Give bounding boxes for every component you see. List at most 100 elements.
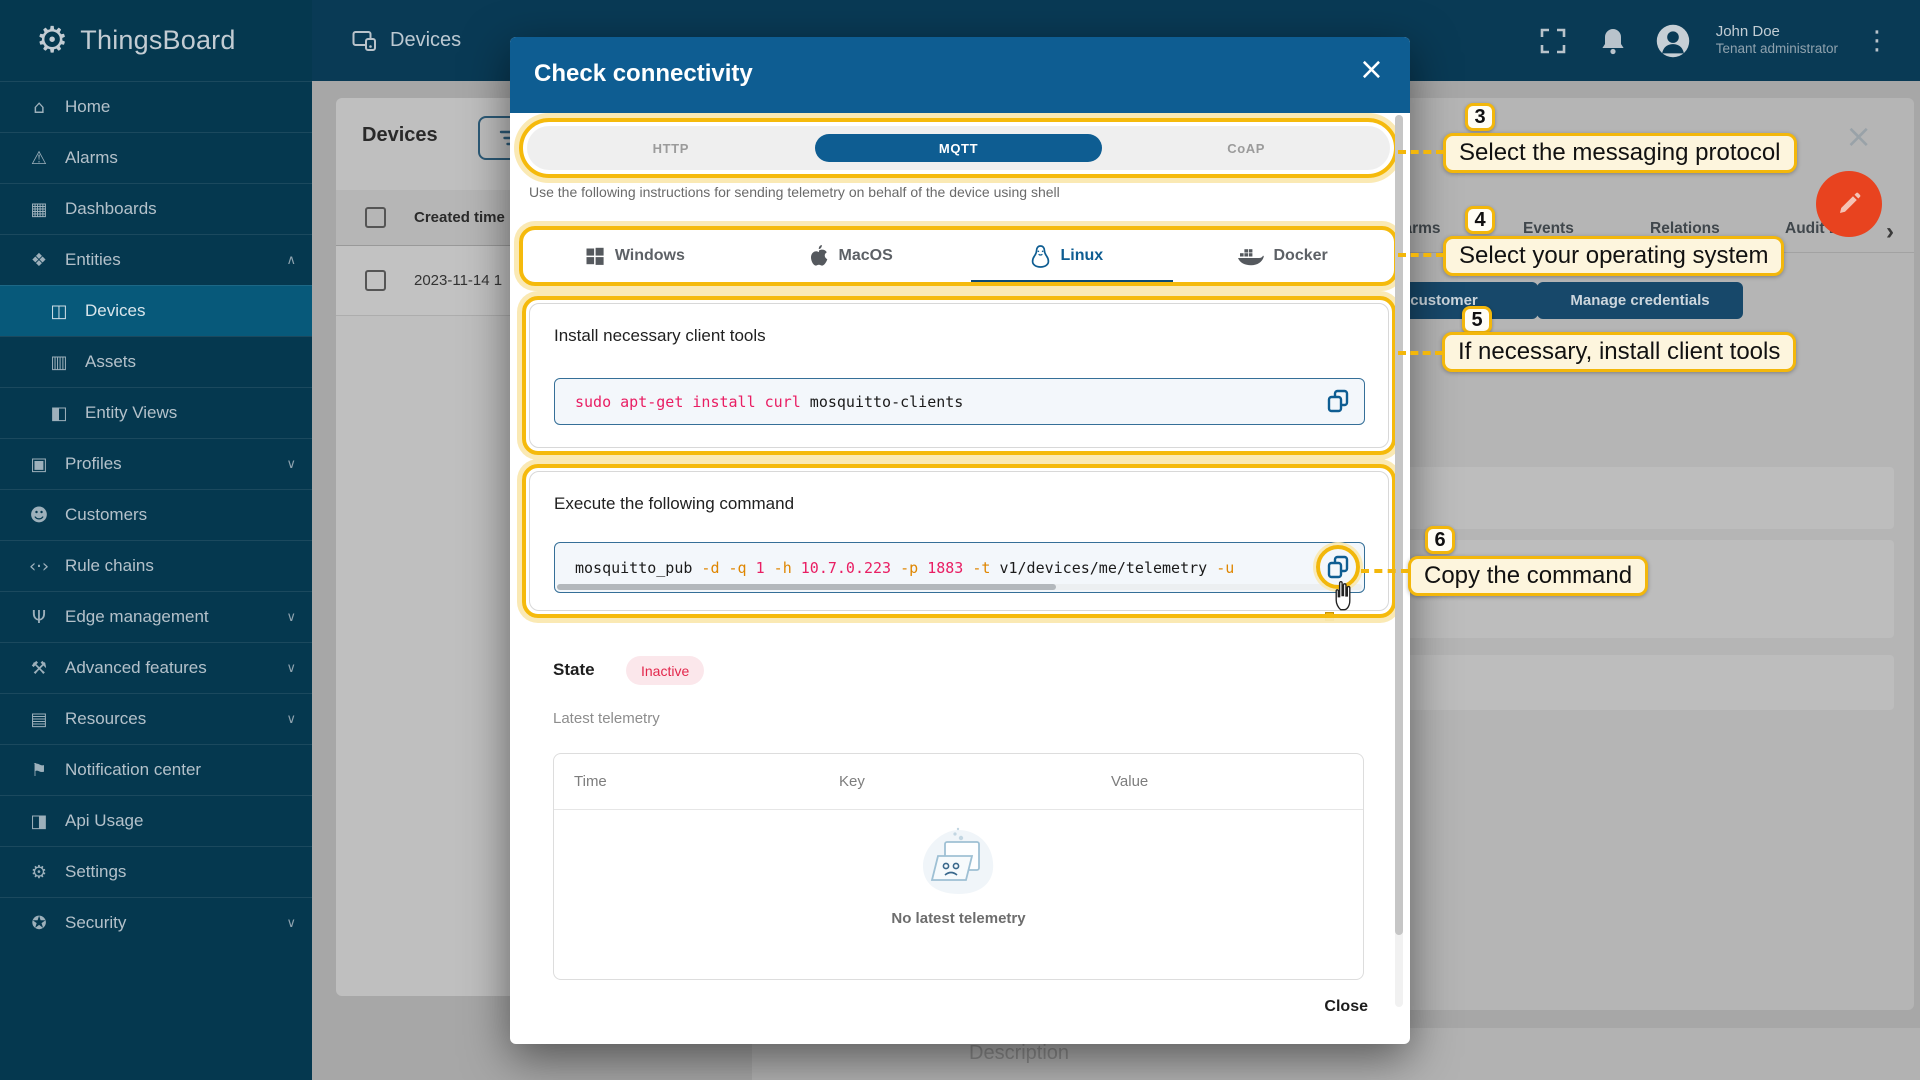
sidebar-item-advanced-features[interactable]: ⚒Advanced features∨ <box>0 642 312 693</box>
kebab-menu-icon[interactable]: ⋮ <box>1864 26 1890 56</box>
linux-icon <box>1030 244 1051 269</box>
horizontal-scrollbar[interactable] <box>557 584 1362 590</box>
command-token: mosquitto-clients <box>801 393 964 411</box>
chevron-up-icon: ∧ <box>286 253 296 268</box>
cursor-accent-square <box>1325 612 1334 621</box>
app-logo[interactable]: ⚙ ThingsBoard <box>0 0 312 81</box>
copy-install-command-button[interactable] <box>1321 384 1355 418</box>
sidebar-item-settings[interactable]: ⚙Settings <box>0 846 312 897</box>
sidebar-item-assets[interactable]: ▥Assets <box>0 336 312 387</box>
sidebar-item-notification-center[interactable]: ⚑ Notification center <box>0 744 312 795</box>
sidebar-item-home[interactable]: ⌂Home <box>0 81 312 132</box>
user-name: John Doe <box>1716 23 1838 42</box>
protocol-mqtt[interactable]: MQTT <box>815 134 1103 162</box>
callout-5-label: If necessary, install client tools <box>1442 332 1796 372</box>
dialog-header: Check connectivity × <box>510 37 1410 113</box>
entities-icon: ❖ <box>26 250 52 271</box>
sidebar-item-profiles[interactable]: ▣Profiles∨ <box>0 438 312 489</box>
sidebar-item-devices[interactable]: ◫Devices <box>0 285 312 336</box>
tabs-overflow-chevron-icon[interactable]: › <box>1886 218 1894 246</box>
command-token: -q <box>720 559 747 577</box>
profiles-icon: ▣ <box>26 454 52 475</box>
page-title-group: Devices <box>352 29 461 52</box>
command-token: -t <box>963 559 990 577</box>
sidebar-item-label: Edge management <box>65 607 209 627</box>
callout-6-number: 6 <box>1425 526 1455 554</box>
sidebar-item-rule-chains[interactable]: ‹·› Rule chains <box>0 540 312 591</box>
check-connectivity-dialog: Check connectivity × HTTP MQTT CoAP Use … <box>510 37 1410 1044</box>
command-token: sudo apt-get install curl <box>575 393 801 411</box>
callout-4-connector <box>1398 253 1444 257</box>
home-icon: ⌂ <box>26 97 52 118</box>
command-token: v1/devices/me/telemetry <box>990 559 1207 577</box>
sidebar-item-api-usage[interactable]: ◨Api Usage <box>0 795 312 846</box>
customers-icon: ☻ <box>26 505 52 526</box>
created-time-column: Created time <box>414 209 505 226</box>
rule-chains-icon: ‹·› <box>26 556 52 577</box>
sidebar-item-label: Advanced features <box>65 658 207 678</box>
install-command: sudo apt-get install curl mosquitto-clie… <box>554 378 1365 425</box>
select-all-checkbox[interactable] <box>365 207 386 228</box>
instructions-note: Use the following instructions for sendi… <box>529 184 1060 200</box>
callout-3-connector <box>1398 150 1444 154</box>
telemetry-table-header: Time Key Value <box>554 754 1363 810</box>
modal-scrollbar-thumb[interactable] <box>1395 115 1403 935</box>
os-tab-windows[interactable]: Windows <box>527 234 743 278</box>
dialog-title: Check connectivity <box>534 60 753 88</box>
state-badge: Inactive <box>626 656 704 685</box>
avatar[interactable] <box>1656 24 1690 58</box>
command-token: 10.7.0.223 <box>792 559 891 577</box>
details-close-icon[interactable]: × <box>1845 120 1872 152</box>
sidebar-item-edge-management[interactable]: ΨEdge management∨ <box>0 591 312 642</box>
chevron-down-icon: ∨ <box>286 712 296 727</box>
protocol-http[interactable]: HTTP <box>527 134 815 162</box>
notifications-bell-icon[interactable] <box>1596 24 1630 58</box>
command-token: -p <box>891 559 918 577</box>
sidebar-item-entity-views[interactable]: ◧Entity Views <box>0 387 312 438</box>
sidebar-item-security[interactable]: ✪Security∨ <box>0 897 312 948</box>
description-label: Description <box>969 1042 1069 1065</box>
horizontal-scrollbar-thumb[interactable] <box>557 584 1056 590</box>
callout-4-number: 4 <box>1465 206 1495 234</box>
notifications-icon: ⚑ <box>26 760 52 781</box>
entity-views-icon: ◧ <box>46 403 72 424</box>
no-data-icon <box>913 826 1005 900</box>
column-value: Value <box>1111 773 1148 790</box>
pencil-icon <box>1835 190 1863 218</box>
row-checkbox[interactable] <box>365 270 386 291</box>
no-telemetry-text: No latest telemetry <box>891 910 1025 927</box>
sidebar-item-label: Entities <box>65 250 121 270</box>
os-tab-linux[interactable]: Linux <box>959 234 1175 278</box>
user-info[interactable]: John Doe Tenant administrator <box>1716 23 1838 59</box>
protocol-toggle-group: HTTP MQTT CoAP <box>527 126 1390 170</box>
sidebar-item-label: Resources <box>65 709 146 729</box>
page-title: Devices <box>390 29 461 52</box>
sidebar-item-resources[interactable]: ▤Resources∨ <box>0 693 312 744</box>
close-button[interactable]: Close <box>1314 990 1378 1024</box>
windows-icon <box>585 246 605 266</box>
chevron-down-icon: ∨ <box>286 661 296 676</box>
callout-5-number: 5 <box>1462 306 1492 334</box>
selected-os-underline <box>971 280 1173 284</box>
dialog-close-icon[interactable]: × <box>1359 55 1384 85</box>
protocol-coap[interactable]: CoAP <box>1102 134 1390 162</box>
sidebar-item-alarms[interactable]: ⚠Alarms <box>0 132 312 183</box>
fullscreen-icon[interactable] <box>1536 24 1570 58</box>
manage-credentials-button[interactable]: Manage credentials <box>1537 282 1743 319</box>
user-role: Tenant administrator <box>1716 41 1838 58</box>
callout-3-label: Select the messaging protocol <box>1443 133 1797 173</box>
sidebar-item-label: Notification center <box>65 760 201 780</box>
edit-fab-button[interactable] <box>1816 171 1882 237</box>
callout-3-number: 3 <box>1465 103 1495 131</box>
os-tab-docker[interactable]: Docker <box>1174 234 1390 278</box>
sidebar-item-dashboards[interactable]: ▦Dashboards <box>0 183 312 234</box>
execute-command-card: Execute the following command mosquitto_… <box>529 471 1389 611</box>
copy-execute-command-button[interactable] <box>1321 550 1355 584</box>
sidebar-item-label: Security <box>65 913 126 933</box>
callout-5-connector <box>1398 351 1443 355</box>
os-tab-macos[interactable]: MacOS <box>743 234 959 278</box>
sidebar-item-label: Rule chains <box>65 556 154 576</box>
apple-icon <box>809 244 829 268</box>
sidebar-item-customers[interactable]: ☻Customers <box>0 489 312 540</box>
sidebar-item-entities[interactable]: ❖ Entities ∧ <box>0 234 312 285</box>
